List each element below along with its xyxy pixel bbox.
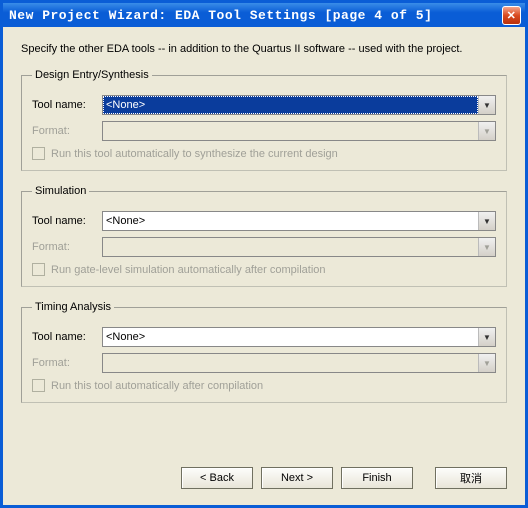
sim-format-label: Format: <box>32 241 102 253</box>
design-format-label: Format: <box>32 125 102 137</box>
group-timing: Timing Analysis Tool name: <None> ▼ Form… <box>21 301 507 403</box>
group-design-entry: Design Entry/Synthesis Tool name: <None>… <box>21 69 507 171</box>
button-row: < Back Next > Finish 取消 <box>181 467 507 489</box>
chevron-down-icon[interactable]: ▼ <box>478 96 495 114</box>
group-simulation-legend: Simulation <box>32 185 89 197</box>
design-tool-value: <None> <box>103 96 478 114</box>
sim-tool-value: <None> <box>103 215 478 227</box>
next-button[interactable]: Next > <box>261 467 333 489</box>
chevron-down-icon: ▼ <box>478 238 495 256</box>
design-checkbox-text: Run this tool automatically to synthesiz… <box>51 148 338 160</box>
chevron-down-icon[interactable]: ▼ <box>478 328 495 346</box>
timing-tool-select[interactable]: <None> ▼ <box>102 327 496 347</box>
client-area: Specify the other EDA tools -- in additi… <box>3 27 525 403</box>
group-timing-legend: Timing Analysis <box>32 301 114 313</box>
titlebar: New Project Wizard: EDA Tool Settings [p… <box>3 3 525 27</box>
design-tool-label: Tool name: <box>32 99 102 111</box>
timing-tool-label: Tool name: <box>32 331 102 343</box>
design-format-select: ▼ <box>102 121 496 141</box>
window-title: New Project Wizard: EDA Tool Settings [p… <box>9 8 432 23</box>
timing-format-select: ▼ <box>102 353 496 373</box>
wizard-window: New Project Wizard: EDA Tool Settings [p… <box>0 0 528 508</box>
cancel-button[interactable]: 取消 <box>435 467 507 489</box>
sim-checkbox-text: Run gate-level simulation automatically … <box>51 264 326 276</box>
intro-text: Specify the other EDA tools -- in additi… <box>21 43 507 55</box>
timing-checkbox-text: Run this tool automatically after compil… <box>51 380 263 392</box>
chevron-down-icon[interactable]: ▼ <box>478 212 495 230</box>
timing-format-label: Format: <box>32 357 102 369</box>
group-design-legend: Design Entry/Synthesis <box>32 69 152 81</box>
design-tool-select[interactable]: <None> ▼ <box>102 95 496 115</box>
chevron-down-icon: ▼ <box>478 122 495 140</box>
back-button[interactable]: < Back <box>181 467 253 489</box>
sim-run-checkbox <box>32 263 45 276</box>
timing-run-checkbox <box>32 379 45 392</box>
sim-format-select: ▼ <box>102 237 496 257</box>
group-simulation: Simulation Tool name: <None> ▼ Format: ▼… <box>21 185 507 287</box>
finish-button[interactable]: Finish <box>341 467 413 489</box>
design-run-checkbox <box>32 147 45 160</box>
close-icon[interactable]: ✕ <box>502 6 521 25</box>
timing-tool-value: <None> <box>103 331 478 343</box>
sim-tool-select[interactable]: <None> ▼ <box>102 211 496 231</box>
chevron-down-icon: ▼ <box>478 354 495 372</box>
sim-tool-label: Tool name: <box>32 215 102 227</box>
